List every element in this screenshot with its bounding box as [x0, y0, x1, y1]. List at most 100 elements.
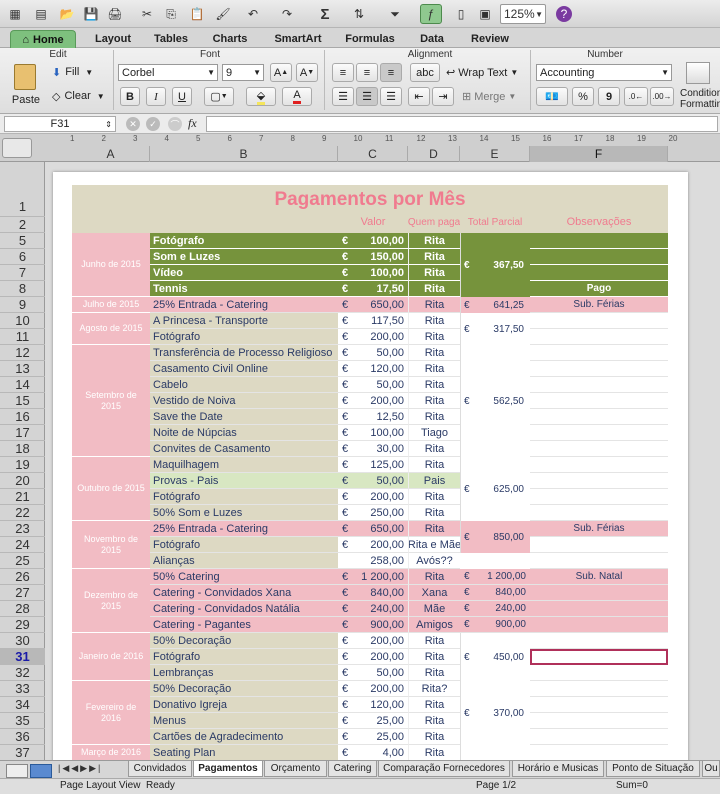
normal-view-icon[interactable] [6, 764, 28, 778]
tab-data[interactable]: Data [408, 30, 456, 48]
item-description[interactable]: 50% Som e Luzes [150, 505, 338, 521]
item-value[interactable]: 117,50 [352, 313, 408, 329]
row-header[interactable]: 6 [0, 249, 45, 265]
item-value[interactable]: 50,00 [352, 345, 408, 361]
item-value[interactable]: 4,00 [352, 745, 408, 760]
row-header[interactable]: 36 [0, 729, 45, 745]
save-icon[interactable]: 💾 [80, 4, 102, 24]
item-payer[interactable]: Rita [408, 233, 460, 249]
function-icon[interactable]: ⌒ [168, 117, 182, 131]
row-header[interactable]: 12 [0, 345, 45, 361]
row-header[interactable]: 31 [0, 649, 45, 665]
column-header-d[interactable]: D [408, 146, 460, 162]
item-description[interactable]: Save the Date [150, 409, 338, 425]
item-payer[interactable]: Rita [408, 265, 460, 281]
item-payer[interactable]: Pais [408, 473, 460, 489]
name-box[interactable]: F31 ⇕ [4, 116, 116, 132]
help-icon[interactable]: ? [556, 6, 572, 22]
print-icon[interactable]: 🖨 [104, 4, 126, 24]
increase-indent-button[interactable]: ⇥ [432, 87, 454, 106]
subtotal-value[interactable]: 370,00 [474, 681, 530, 745]
observation-cell[interactable] [530, 681, 668, 697]
paste-icon[interactable]: 📋 [186, 4, 208, 24]
observation-cell[interactable]: Sub. Férias [530, 297, 668, 313]
item-value[interactable]: 30,00 [352, 441, 408, 457]
item-payer[interactable]: Rita [408, 745, 460, 760]
item-description[interactable]: Cabelo [150, 377, 338, 393]
observation-cell[interactable] [530, 633, 668, 649]
item-value[interactable]: 840,00 [352, 585, 408, 601]
item-value[interactable]: 200,00 [352, 649, 408, 665]
item-value[interactable]: 650,00 [352, 297, 408, 313]
observation-cell[interactable] [530, 393, 668, 409]
item-description[interactable]: Provas - Pais [150, 473, 338, 489]
item-payer[interactable]: Xana [408, 585, 460, 601]
subtotal-value[interactable]: 317,50 [474, 313, 530, 345]
item-value[interactable]: 50,00 [352, 473, 408, 489]
autosum-icon[interactable]: Σ [314, 4, 336, 24]
item-observation[interactable] [530, 601, 668, 617]
item-value[interactable]: 258,00 [352, 553, 408, 569]
item-observation[interactable]: Sub. Natal [530, 569, 668, 585]
filter-icon[interactable]: ⏷ [384, 4, 406, 24]
item-description[interactable]: Maquilhagem [150, 457, 338, 473]
item-payer[interactable]: Rita [408, 729, 460, 745]
template-icon[interactable]: ▤ [30, 4, 52, 24]
observation-cell[interactable] [530, 377, 668, 393]
column-header-a[interactable]: A [72, 146, 150, 162]
observation-cell[interactable] [530, 697, 668, 713]
item-value[interactable]: 125,00 [352, 457, 408, 473]
align-center-button[interactable]: ☰ [356, 87, 378, 106]
item-description[interactable]: Cartões de Agradecimento [150, 729, 338, 745]
observation-cell[interactable] [530, 665, 668, 681]
number-format-select[interactable]: Accounting ▼ [536, 64, 672, 81]
row-header[interactable]: 37 [0, 745, 45, 761]
subtotal-value[interactable]: 850,00 [474, 521, 530, 553]
observation-cell[interactable] [530, 249, 668, 265]
show-toolbox-icon[interactable]: ▯ [450, 4, 472, 24]
item-observation[interactable] [530, 617, 668, 633]
tab-home[interactable]: ⌂ Home [10, 30, 76, 48]
observation-cell[interactable] [530, 409, 668, 425]
zoom-select[interactable]: 125% ▼ [500, 4, 546, 24]
font-name-select[interactable]: Corbel ▼ [118, 64, 218, 81]
row-header[interactable]: 8 [0, 281, 45, 297]
item-description[interactable]: Vídeo [150, 265, 338, 281]
sheet-tab[interactable]: Ou [702, 761, 720, 777]
sheet-tab[interactable]: Catering [328, 761, 377, 777]
confirm-icon[interactable]: ✓ [146, 117, 160, 131]
observation-cell[interactable] [530, 425, 668, 441]
observation-cell[interactable] [530, 441, 668, 457]
item-payer[interactable]: Avós?? [408, 553, 460, 569]
align-right-button[interactable]: ☰ [380, 87, 402, 106]
row-header[interactable]: 9 [0, 297, 45, 313]
item-payer[interactable]: Rita [408, 441, 460, 457]
subtotal-value[interactable]: 625,00 [474, 457, 530, 521]
item-description[interactable]: A Princesa - Transporte [150, 313, 338, 329]
subtotal-value[interactable]: 367,50 [474, 233, 530, 297]
row-header[interactable]: 19 [0, 457, 45, 473]
item-payer[interactable]: Rita [408, 697, 460, 713]
row-header[interactable]: 18 [0, 441, 45, 457]
item-payer[interactable]: Rita? [408, 681, 460, 697]
item-payer[interactable]: Rita [408, 313, 460, 329]
italic-button[interactable]: I [146, 87, 166, 106]
tab-review[interactable]: Review [460, 30, 520, 48]
observation-cell[interactable] [530, 361, 668, 377]
align-middle-button[interactable]: ≡ [356, 63, 378, 82]
item-payer[interactable]: Rita [408, 521, 460, 537]
row-header[interactable]: 28 [0, 601, 45, 617]
paste-button[interactable]: Paste [6, 62, 46, 110]
currency-button[interactable]: 💶 [536, 87, 568, 106]
item-payer[interactable]: Rita [408, 665, 460, 681]
row-header[interactable]: 14 [0, 377, 45, 393]
item-value[interactable]: 120,00 [352, 697, 408, 713]
item-payer[interactable]: Rita [408, 249, 460, 265]
sheet-navigation-icon[interactable]: |◀◀▶▶| [58, 763, 118, 775]
observation-cell[interactable]: Sub. Férias [530, 521, 668, 537]
row-header[interactable]: 27 [0, 585, 45, 601]
decrease-decimal-button[interactable]: .00→ [650, 87, 674, 106]
item-value[interactable]: 100,00 [352, 265, 408, 281]
conditional-formatting-button[interactable]: Conditional Formatting [678, 58, 720, 112]
formula-builder-icon[interactable]: ƒ [420, 4, 442, 24]
